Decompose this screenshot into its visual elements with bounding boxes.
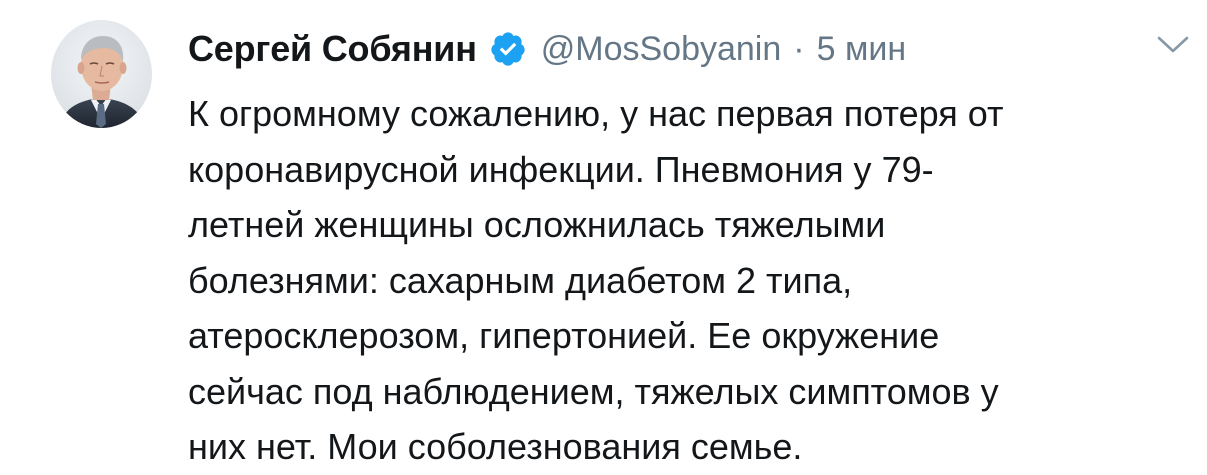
avatar-image	[51, 20, 152, 128]
tweet-text-line: К огромному сожалению, у нас первая поте…	[188, 93, 1004, 134]
chevron-down-icon[interactable]	[1156, 34, 1190, 56]
separator-dot: ·	[793, 29, 805, 68]
tweet: Сергей Собянин @MosSobyanin · 5 мин К ог…	[0, 0, 1207, 472]
avatar[interactable]	[51, 20, 152, 128]
handle[interactable]: @MosSobyanin	[541, 30, 782, 69]
display-name[interactable]: Сергей Собянин	[188, 28, 477, 70]
timestamp[interactable]: 5 мин	[817, 30, 907, 69]
tweet-text: К огромному сожалению, у нас первая поте…	[188, 86, 1188, 475]
verified-badge-icon	[489, 30, 527, 68]
tweet-text-line: летней женщины осложнилась тяжелыми	[188, 204, 886, 245]
tweet-text-line: сейчас под наблюдением, тяжелых симптомо…	[188, 370, 999, 412]
tweet-text-line: них нет. Мои соболезнования семье.	[188, 426, 803, 467]
tweet-text-line: атеросклерозом, гипертонией. Ее окружени…	[188, 315, 940, 356]
tweet-text-line: коронавирусной инфекции. Пневмония у 79-	[188, 148, 934, 190]
tweet-text-line: болезнями: сахарным диабетом 2 типа,	[188, 259, 853, 301]
tweet-header: Сергей Собянин @MosSobyanin · 5 мин	[188, 24, 906, 74]
